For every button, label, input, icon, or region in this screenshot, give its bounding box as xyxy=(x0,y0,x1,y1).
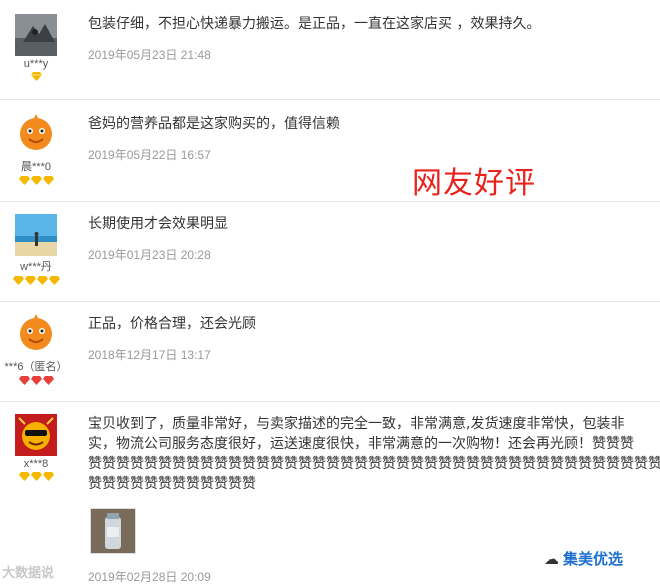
avatar[interactable] xyxy=(15,14,57,56)
product-bottle-image xyxy=(91,509,135,553)
avatar[interactable] xyxy=(15,314,57,356)
review-content-line: 赞赞赞赞赞赞赞赞赞赞赞赞赞赞赞赞赞赞赞赞赞赞赞赞赞赞赞赞赞赞赞赞赞赞赞赞赞赞赞赞… xyxy=(88,456,660,472)
review-user: x***8 xyxy=(0,414,72,484)
diamond-icon xyxy=(48,276,60,285)
heart-diamond-icon xyxy=(18,376,30,385)
avatar[interactable] xyxy=(15,214,57,256)
review-content-line: 实，物流公司服务态度很好，运送速度很快，非常满意的一次购物！还会再光顾！赞赞赞 xyxy=(88,436,634,452)
review-content-line: 宝贝收到了，质量非常好，与卖家描述的完全一致，非常满意,发货速度非常快，包装非 xyxy=(88,416,625,432)
review-item: w***丹 长期使用才会效果明显 2019年01月23日 20:28 xyxy=(0,202,660,302)
review-item: u***y 包装仔细，不担心快递暴力搬运。是正品，一直在这家店买 ，效果持久。 … xyxy=(0,0,660,100)
username: 晨***0 xyxy=(21,161,51,173)
username: ***6（匿名） xyxy=(4,361,68,373)
review-user: w***丹 xyxy=(0,214,72,288)
review-content: 爸妈的营养品都是这家购买的，值得信赖 xyxy=(88,116,340,132)
overlay-label: 网友好评 xyxy=(412,166,536,201)
review-item: ***6（匿名） 正品，价格合理，还会光顾 2018年12月17日 13:17 xyxy=(0,302,660,402)
review-content: 宝贝收到了，质量非常好，与卖家描述的完全一致，非常满意,发货速度非常快，包装非 … xyxy=(88,414,660,494)
review-user: 晨***0 xyxy=(0,114,72,188)
review-content: 正品，价格合理，还会光顾 xyxy=(88,316,256,332)
review-user: ***6（匿名） xyxy=(0,314,72,388)
diamond-icon xyxy=(30,72,42,81)
avatar[interactable] xyxy=(15,114,57,156)
diamond-icon xyxy=(30,176,42,185)
diamond-icon xyxy=(42,176,54,185)
review-user: u***y xyxy=(0,14,72,84)
user-level-badges xyxy=(0,72,72,84)
user-level-badges xyxy=(0,276,72,288)
heart-diamond-icon xyxy=(30,376,42,385)
review-date: 2019年05月22日 16:57 xyxy=(88,148,211,162)
user-level-badges xyxy=(0,472,72,484)
review-date: 2018年12月17日 13:17 xyxy=(88,348,211,362)
diamond-icon xyxy=(18,472,30,481)
review-content-line: 赞赞赞赞赞赞赞赞赞赞赞赞 xyxy=(88,476,256,492)
watermark-right: ☁ 集美优选 xyxy=(544,548,623,569)
avatar[interactable] xyxy=(15,414,57,456)
diamond-icon xyxy=(12,276,24,285)
username: w***丹 xyxy=(20,261,52,273)
diamond-icon xyxy=(18,176,30,185)
heart-diamond-icon xyxy=(42,376,54,385)
diamond-icon xyxy=(42,472,54,481)
watermark-left: 大数据说 xyxy=(2,566,55,581)
wechat-icon: ☁ xyxy=(544,550,559,568)
user-level-badges xyxy=(0,176,72,188)
review-content: 长期使用才会效果明显 xyxy=(88,216,228,232)
review-date: 2019年01月23日 20:28 xyxy=(88,248,211,262)
diamond-icon xyxy=(36,276,48,285)
review-date: 2019年02月28日 20:09 xyxy=(88,570,211,584)
review-item: 晨***0 爸妈的营养品都是这家购买的，值得信赖 2019年05月22日 16:… xyxy=(0,100,660,202)
watermark-right-label: 集美优选 xyxy=(563,550,624,568)
user-level-badges xyxy=(0,376,72,388)
review-date: 2019年05月23日 21:48 xyxy=(88,48,211,62)
username: u***y xyxy=(23,58,49,70)
review-content: 包装仔细，不担心快递暴力搬运。是正品，一直在这家店买 ，效果持久。 xyxy=(88,16,541,32)
diamond-icon xyxy=(30,472,42,481)
diamond-icon xyxy=(24,276,36,285)
review-photo-thumbnail[interactable] xyxy=(90,508,136,554)
username: x***8 xyxy=(23,458,49,470)
